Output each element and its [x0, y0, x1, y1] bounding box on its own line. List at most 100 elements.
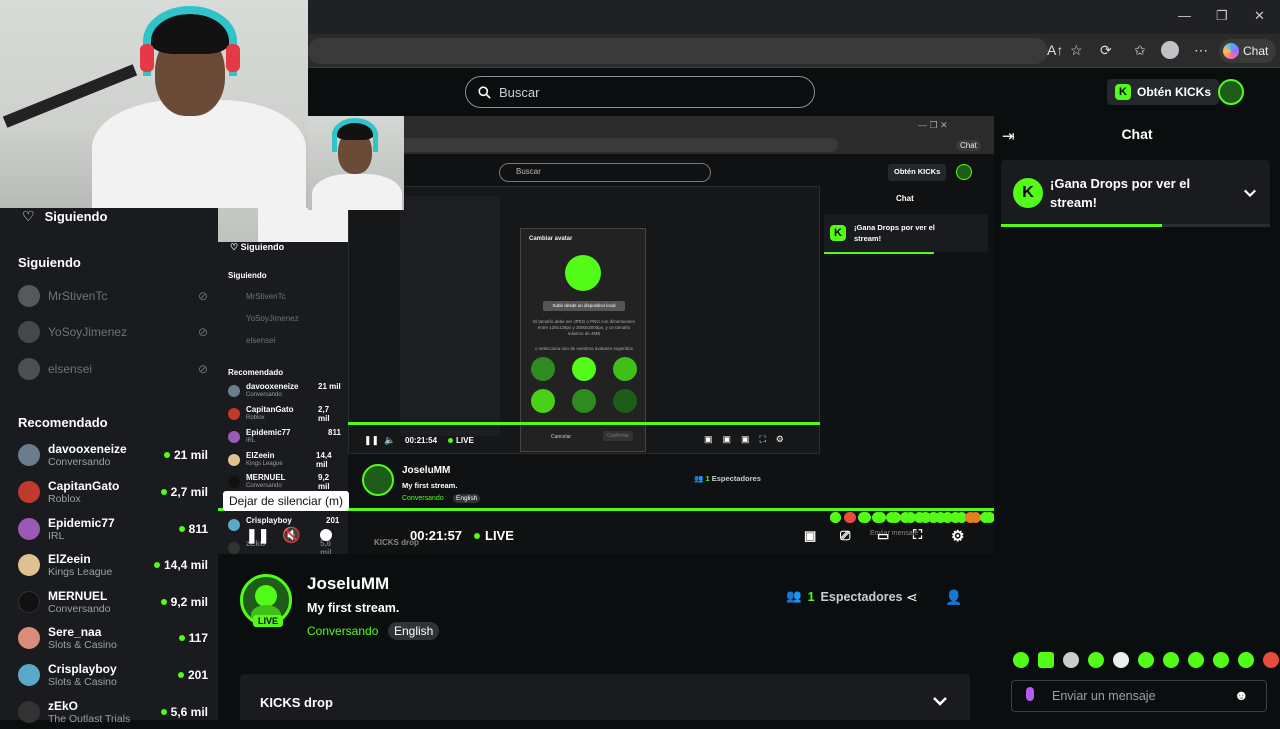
get-kicks-button[interactable]: K Obtén KICKs	[1107, 79, 1220, 105]
emote-icon[interactable]	[1238, 652, 1254, 668]
emote-strip	[830, 512, 1006, 523]
chat-emote-bar	[1013, 652, 1279, 668]
pip-icon[interactable]: ▭	[877, 528, 889, 544]
nested-drops-card: K ¡Gana Drops por ver el stream!	[824, 214, 988, 252]
emote-icon[interactable]	[1088, 652, 1104, 668]
emote-icon[interactable]	[1163, 652, 1179, 668]
maximize-icon[interactable]: ❐	[1216, 8, 1228, 24]
drops-card[interactable]: K ¡Gana Drops por ver el stream!	[1001, 160, 1270, 226]
chat-title: Chat	[1121, 126, 1153, 142]
get-kicks-label: Obtén KICKs	[1137, 85, 1212, 99]
drops-text: ¡Gana Drops por ver el stream!	[1050, 176, 1191, 210]
webcam-reflection	[308, 116, 404, 210]
chat-message-input[interactable]: Enviar un mensaje ☻	[1011, 680, 1267, 712]
avatar	[18, 554, 40, 576]
muted-speaker-icon[interactable]: 🔇	[282, 526, 301, 544]
minimize-icon[interactable]: —	[1178, 8, 1191, 23]
sidebar-item-following[interactable]: elsensei ⊘	[18, 352, 208, 386]
live-dot-icon	[177, 672, 184, 678]
live-dot-icon	[178, 526, 185, 532]
sidebar-item-recommended[interactable]: Crisplayboy Slots & Casino 201	[18, 658, 208, 692]
chevron-down-icon[interactable]	[932, 696, 948, 706]
live-dot-icon	[153, 562, 160, 568]
theater-mode-icon[interactable]: ▣	[804, 528, 816, 544]
nested-chat-title: Chat	[896, 194, 914, 203]
sidebar-item-following[interactable]: MrStivenTc ⊘	[18, 279, 208, 313]
favorites-icon[interactable]: ✩	[1134, 42, 1146, 59]
sidebar-item-recommended[interactable]: davooxeneize Conversando 21 mil	[18, 438, 208, 472]
copilot-chat-button[interactable]: Chat	[1219, 39, 1277, 63]
channel-name: ElZeein	[48, 552, 91, 566]
volume-slider[interactable]	[320, 529, 332, 541]
viewer-count: 14,4 mil	[163, 558, 208, 572]
profile-icon[interactable]	[1161, 41, 1179, 59]
emote-icon[interactable]	[1138, 652, 1154, 668]
pause-icon[interactable]: ❚❚	[246, 527, 269, 544]
read-aloud-icon[interactable]: A↑	[1047, 42, 1063, 58]
chevron-down-icon[interactable]	[1243, 188, 1257, 198]
copilot-chat-label: Chat	[1243, 44, 1269, 58]
live-dot-icon	[474, 532, 480, 539]
kicks-drop-panel[interactable]: KICKS drop	[240, 674, 970, 720]
following-section-title: Siguiendo	[18, 255, 81, 270]
search-input[interactable]: Buscar	[465, 76, 815, 108]
sidebar-following-header[interactable]: ♡ Siguiendo	[22, 208, 107, 225]
emote-icon[interactable]	[1013, 652, 1029, 668]
channel-name: Sere_naa	[48, 625, 102, 639]
favorite-star-icon[interactable]: ☆	[1070, 42, 1083, 59]
live-dot-icon	[163, 452, 170, 458]
sidebar-item-recommended[interactable]: MERNUEL Conversando 9,2 mil	[18, 585, 208, 619]
viewer-label: Espectadores	[820, 589, 903, 604]
close-icon[interactable]: ✕	[1254, 8, 1265, 24]
message-placeholder: Enviar un mensaje	[1052, 689, 1156, 703]
sidebar-item-recommended[interactable]: Epidemic77 IRL 811	[18, 512, 208, 546]
live-indicator: LIVE	[474, 528, 514, 543]
nested-following-item: YoSoyJimenez	[246, 314, 299, 323]
nested-following-header: ♡ Siguiendo	[230, 242, 285, 252]
follow-user-icon[interactable]: 👤	[945, 589, 962, 606]
channel-category: Slots & Casino	[48, 676, 117, 688]
extensions-icon[interactable]: ⟳	[1100, 42, 1112, 59]
user-avatar[interactable]	[1218, 79, 1244, 105]
streamer-name[interactable]: JoseluMM	[307, 574, 389, 594]
avatar	[18, 321, 40, 343]
language-tag[interactable]: English	[388, 622, 440, 640]
nested-streamer-avatar	[362, 464, 394, 496]
emote-icon[interactable]	[1063, 652, 1079, 668]
avatar	[18, 591, 40, 613]
sidebar-item-recommended[interactable]: CapitanGato Roblox 2,7 mil	[18, 475, 208, 509]
nested-language: English	[453, 494, 481, 503]
nested-stream-title: My first stream.	[402, 481, 458, 490]
kick-drops-icon: K	[1013, 178, 1043, 208]
fullscreen-icon[interactable]: ⛶	[913, 527, 922, 543]
sidebar-item-following[interactable]: YoSoyJimenez ⊘	[18, 315, 208, 349]
url-field[interactable]	[308, 38, 1048, 64]
settings-gear-icon[interactable]: ⚙	[951, 527, 964, 545]
avatar	[18, 444, 40, 466]
emote-icon[interactable]	[1263, 652, 1279, 668]
emote-icon[interactable]	[1188, 652, 1204, 668]
channel-category: Conversando	[48, 603, 111, 615]
nested-following-item: MrStivenTc	[246, 292, 286, 301]
more-icon[interactable]: ⋯	[1194, 42, 1208, 59]
stream-category[interactable]: Conversando	[307, 624, 378, 638]
channel-name: davooxeneize	[48, 442, 127, 456]
viewer-count: 👥 1 Espectadores	[786, 589, 903, 604]
clip-icon[interactable]: ⎚	[840, 528, 850, 544]
kick-logo-icon: K	[1115, 84, 1131, 100]
sidebar-item-recommended[interactable]: Sere_naa Slots & Casino 117	[18, 621, 208, 655]
emote-icon[interactable]	[1213, 652, 1229, 668]
share-icon[interactable]: ⋖	[906, 589, 918, 606]
nested-category: Conversando	[402, 495, 444, 502]
offline-icon: ⊘	[197, 362, 208, 376]
sidebar-item-recommended[interactable]: ElZeein Kings League 14,4 mil	[18, 548, 208, 582]
stream-title: My first stream.	[307, 601, 400, 615]
emoji-icon[interactable]: ☻	[1234, 687, 1249, 703]
sidebar-item-recommended[interactable]: zEkO The Outlast Trials 5,6 mil	[18, 695, 208, 729]
emote-icon[interactable]	[1113, 652, 1129, 668]
mic-icon[interactable]	[1026, 687, 1034, 701]
viewer-count: 9,2 mil	[170, 595, 208, 609]
webcam-overlay	[0, 0, 308, 208]
channel-name: Crisplayboy	[48, 662, 117, 676]
emote-icon[interactable]	[1038, 652, 1054, 668]
